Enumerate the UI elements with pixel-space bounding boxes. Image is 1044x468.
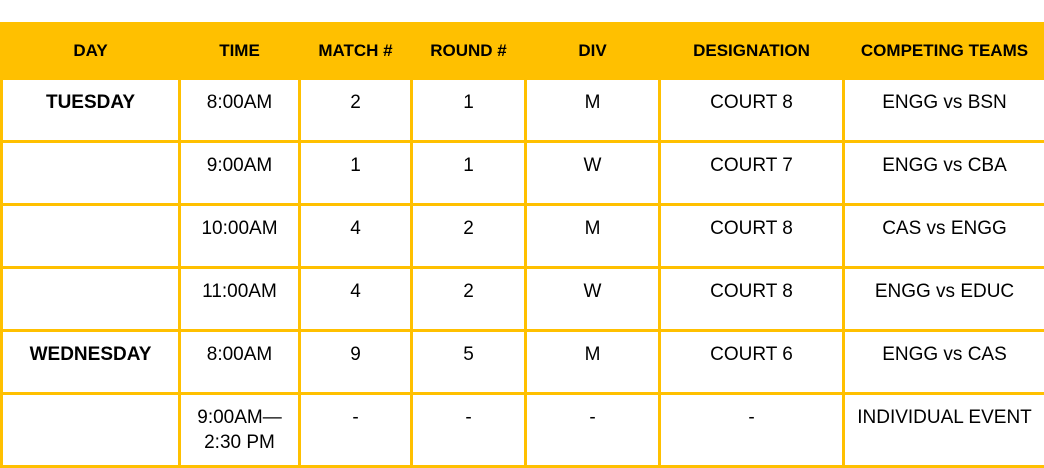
match-cell: 4	[300, 268, 412, 331]
day-cell: WEDNESDAY	[2, 331, 180, 394]
time-cell: 8:00AM	[180, 331, 300, 394]
designation-cell: COURT 8	[660, 268, 844, 331]
div-cell: W	[526, 268, 660, 331]
time-cell: 11:00AM	[180, 268, 300, 331]
round-cell: -	[412, 394, 526, 467]
table-row: TUESDAY 8:00AM 2 1 M COURT 8 ENGG vs BSN	[2, 79, 1044, 142]
day-cell	[2, 394, 180, 467]
header-match: MATCH #	[300, 24, 412, 79]
match-cell: -	[300, 394, 412, 467]
table-row: 9:00AM 1 1 W COURT 7 ENGG vs CBA	[2, 142, 1044, 205]
round-cell: 2	[412, 205, 526, 268]
day-cell: TUESDAY	[2, 79, 180, 142]
time-text: 10:00AM	[181, 216, 298, 241]
teams-cell: ENGG vs EDUC	[844, 268, 1044, 331]
time-cell: 10:00AM	[180, 205, 300, 268]
day-cell	[2, 142, 180, 205]
teams-cell: ENGG vs CAS	[844, 331, 1044, 394]
table-row: 9:00AM— 2:30 PM - - - - INDIVIDUAL EVENT	[2, 394, 1044, 467]
day-cell	[2, 205, 180, 268]
table-row: 11:00AM 4 2 W COURT 8 ENGG vs EDUC	[2, 268, 1044, 331]
header-day: DAY	[2, 24, 180, 79]
header-designation: DESIGNATION	[660, 24, 844, 79]
match-cell: 2	[300, 79, 412, 142]
designation-cell: COURT 7	[660, 142, 844, 205]
day-cell	[2, 268, 180, 331]
round-cell: 1	[412, 142, 526, 205]
header-round: ROUND #	[412, 24, 526, 79]
div-cell: W	[526, 142, 660, 205]
time-text: 8:00AM	[181, 90, 298, 115]
time-text: 8:00AM	[181, 342, 298, 367]
header-competing-teams: COMPETING TEAMS	[844, 24, 1044, 79]
time-cell: 9:00AM— 2:30 PM	[180, 394, 300, 467]
designation-cell: COURT 6	[660, 331, 844, 394]
teams-cell: ENGG vs BSN	[844, 79, 1044, 142]
header-row: DAY TIME MATCH # ROUND # DIV DESIGNATION…	[2, 24, 1044, 79]
time-cell: 9:00AM	[180, 142, 300, 205]
round-cell: 1	[412, 79, 526, 142]
time-text: 11:00AM	[181, 279, 298, 304]
table-row: 10:00AM 4 2 M COURT 8 CAS vs ENGG	[2, 205, 1044, 268]
match-cell: 1	[300, 142, 412, 205]
time-text: 9:00AM—	[181, 405, 298, 430]
match-cell: 4	[300, 205, 412, 268]
designation-cell: -	[660, 394, 844, 467]
designation-cell: COURT 8	[660, 79, 844, 142]
match-cell: 9	[300, 331, 412, 394]
schedule-table: DAY TIME MATCH # ROUND # DIV DESIGNATION…	[0, 22, 1044, 468]
designation-cell: COURT 8	[660, 205, 844, 268]
header-div: DIV	[526, 24, 660, 79]
round-cell: 5	[412, 331, 526, 394]
header-time: TIME	[180, 24, 300, 79]
schedule-sheet: DAY TIME MATCH # ROUND # DIV DESIGNATION…	[0, 22, 1044, 468]
teams-cell: CAS vs ENGG	[844, 205, 1044, 268]
teams-cell: ENGG vs CBA	[844, 142, 1044, 205]
time-cell: 8:00AM	[180, 79, 300, 142]
div-cell: M	[526, 205, 660, 268]
teams-cell: INDIVIDUAL EVENT	[844, 394, 1044, 467]
div-cell: -	[526, 394, 660, 467]
time-end-text: 2:30 PM	[181, 430, 298, 455]
round-cell: 2	[412, 268, 526, 331]
table-row: WEDNESDAY 8:00AM 9 5 M COURT 6 ENGG vs C…	[2, 331, 1044, 394]
time-text: 9:00AM	[181, 153, 298, 178]
div-cell: M	[526, 331, 660, 394]
div-cell: M	[526, 79, 660, 142]
